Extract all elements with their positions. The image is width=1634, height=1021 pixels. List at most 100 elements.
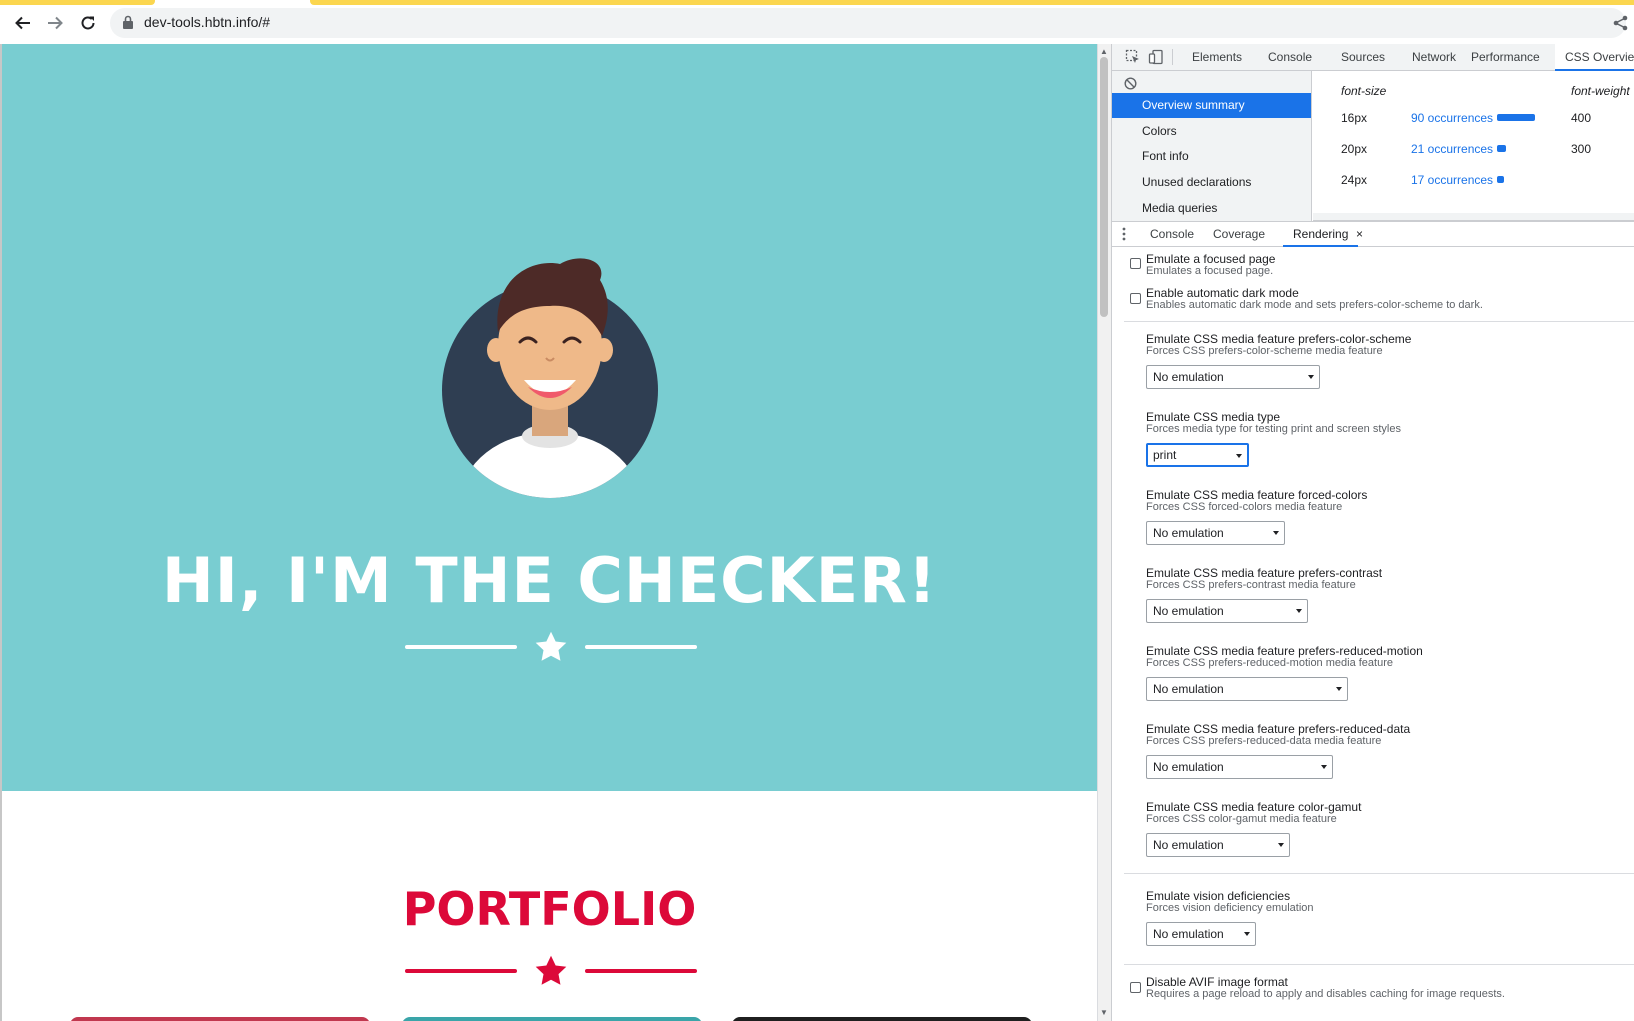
portfolio-card[interactable] [402, 1017, 702, 1021]
occurrence-bar [1497, 145, 1506, 152]
font-weight-value: 400 [1571, 111, 1592, 125]
url-text: dev-tools.hbtn.info/# [144, 14, 271, 30]
select-value: No emulation [1153, 370, 1224, 384]
setting-description: Emulates a focused page. [1146, 265, 1274, 277]
tab-sources[interactable]: Sources [1341, 44, 1385, 71]
font-size-value: 20px [1341, 142, 1368, 156]
disable-avif-checkbox[interactable] [1130, 982, 1141, 993]
chevron-down-icon [1273, 531, 1279, 535]
setting-description: Forces vision deficiency emulation [1146, 902, 1314, 914]
setting-title: Disable AVIF image format [1146, 975, 1288, 989]
media-type-select[interactable]: print [1146, 443, 1249, 467]
tab-elements[interactable]: Elements [1192, 44, 1242, 71]
select-value: No emulation [1153, 682, 1224, 696]
drawer-tab-console[interactable]: Console [1150, 222, 1194, 247]
chevron-down-icon [1308, 375, 1314, 379]
tab-strip-highlight [0, 0, 155, 5]
page-scroll-thumb[interactable] [1100, 57, 1108, 317]
select-value: No emulation [1153, 604, 1224, 618]
horizontal-scrollbar[interactable] [1313, 213, 1634, 220]
divider-line [405, 969, 517, 973]
tab-strip-highlight [310, 0, 1634, 5]
select-value: No emulation [1153, 838, 1224, 852]
avatar [442, 258, 658, 498]
chevron-down-icon [1321, 765, 1327, 769]
setting-title: Emulate CSS media feature color-gamut [1146, 800, 1362, 814]
drawer-tab-coverage[interactable]: Coverage [1213, 222, 1265, 247]
close-icon[interactable]: × [1356, 222, 1363, 247]
device-toolbar-icon[interactable] [1148, 49, 1164, 65]
divider-line [405, 645, 517, 649]
chevron-down-icon [1278, 843, 1284, 847]
setting-title: Emulate CSS media feature prefers-contra… [1146, 566, 1383, 580]
sidebar-item-colors[interactable]: Colors [1112, 119, 1311, 144]
occurrence-bar [1497, 114, 1535, 121]
tab-css-overview[interactable]: CSS Overview [1555, 44, 1634, 71]
chevron-down-icon [1296, 609, 1302, 613]
hero-section: HI, I'M THE CHECKER! [2, 44, 1097, 791]
font-size-header: font-size [1341, 84, 1387, 98]
prefers-color-scheme-select[interactable]: No emulation [1146, 365, 1320, 389]
tab-network[interactable]: Network [1412, 44, 1456, 71]
setting-description: Enables automatic dark mode and sets pre… [1146, 299, 1483, 311]
auto-dark-mode-checkbox[interactable] [1130, 293, 1141, 304]
setting-description: Forces CSS prefers-contrast media featur… [1146, 579, 1356, 591]
portfolio-title: PORTFOLIO [402, 882, 697, 936]
inspect-element-icon[interactable] [1125, 49, 1141, 65]
sidebar-item-unused-declarations[interactable]: Unused declarations [1112, 170, 1311, 195]
hero-title: HI, I'M THE CHECKER! [161, 544, 938, 617]
occurrences-link[interactable]: 90 occurrences [1411, 111, 1493, 125]
font-size-value: 16px [1341, 111, 1368, 125]
font-weight-value: 300 [1571, 142, 1592, 156]
occurrences-link[interactable]: 17 occurrences [1411, 173, 1493, 187]
setting-title: Emulate CSS media feature prefers-reduce… [1146, 722, 1411, 736]
tab-performance[interactable]: Performance [1471, 44, 1540, 71]
reload-icon[interactable] [76, 11, 100, 35]
scroll-up-icon[interactable]: ▲ [1098, 47, 1110, 57]
sidebar-item-font-info[interactable]: Font info [1112, 144, 1311, 169]
sidebar-item-overview-summary[interactable]: Overview summary [1112, 93, 1311, 118]
prefers-reduced-motion-select[interactable]: No emulation [1146, 677, 1348, 701]
setting-description: Forces CSS prefers-color-scheme media fe… [1146, 345, 1383, 357]
setting-title: Enable automatic dark mode [1146, 286, 1299, 300]
section-divider [1124, 964, 1634, 965]
select-value: No emulation [1153, 927, 1224, 941]
vision-deficiency-select[interactable]: No emulation [1146, 922, 1256, 946]
setting-title: Emulate CSS media feature prefers-color-… [1146, 332, 1412, 346]
color-gamut-select[interactable]: No emulation [1146, 833, 1290, 857]
setting-description: Forces media type for testing print and … [1146, 423, 1401, 435]
forced-colors-select[interactable]: No emulation [1146, 521, 1285, 545]
prefers-contrast-select[interactable]: No emulation [1146, 599, 1308, 623]
drawer-tab-rendering[interactable]: Rendering [1283, 222, 1359, 247]
sidebar-item-media-queries[interactable]: Media queries [1112, 196, 1311, 221]
portfolio-card[interactable] [732, 1017, 1032, 1021]
focused-page-checkbox[interactable] [1130, 258, 1141, 269]
setting-title: Emulate vision deficiencies [1146, 889, 1291, 903]
page-viewport: HI, I'M THE CHECKER! PORTFOLIO [0, 44, 1097, 1021]
section-divider [1124, 321, 1634, 322]
lock-icon [123, 15, 133, 29]
section-divider [1124, 873, 1634, 874]
select-value: No emulation [1153, 526, 1224, 540]
setting-title: Emulate CSS media feature prefers-reduce… [1146, 644, 1423, 658]
clear-icon[interactable] [1124, 77, 1137, 90]
occurrences-link[interactable]: 21 occurrences [1411, 142, 1493, 156]
share-icon[interactable] [1612, 14, 1630, 32]
prefers-reduced-data-select[interactable]: No emulation [1146, 755, 1333, 779]
address-bar[interactable] [110, 8, 1626, 38]
devtools-tabbar: Elements Console Sources Network Perform… [1112, 44, 1634, 71]
tab-console[interactable]: Console [1268, 44, 1312, 71]
setting-description: Forces CSS prefers-reduced-motion media … [1146, 657, 1393, 669]
scroll-down-icon[interactable]: ▼ [1098, 1008, 1110, 1018]
setting-title: Emulate CSS media feature forced-colors [1146, 488, 1368, 502]
devtools-panel: Elements Console Sources Network Perform… [1111, 44, 1634, 1021]
more-options-icon[interactable] [1122, 227, 1126, 241]
font-weight-header: font-weight [1571, 84, 1630, 98]
star-icon [535, 955, 567, 985]
drawer-tabbar: Console Coverage Rendering × [1112, 221, 1634, 247]
setting-description: Forces CSS forced-colors media feature [1146, 501, 1343, 513]
portfolio-card[interactable] [70, 1017, 370, 1021]
back-icon[interactable] [11, 11, 35, 35]
divider-line [585, 645, 697, 649]
forward-icon[interactable] [43, 11, 67, 35]
